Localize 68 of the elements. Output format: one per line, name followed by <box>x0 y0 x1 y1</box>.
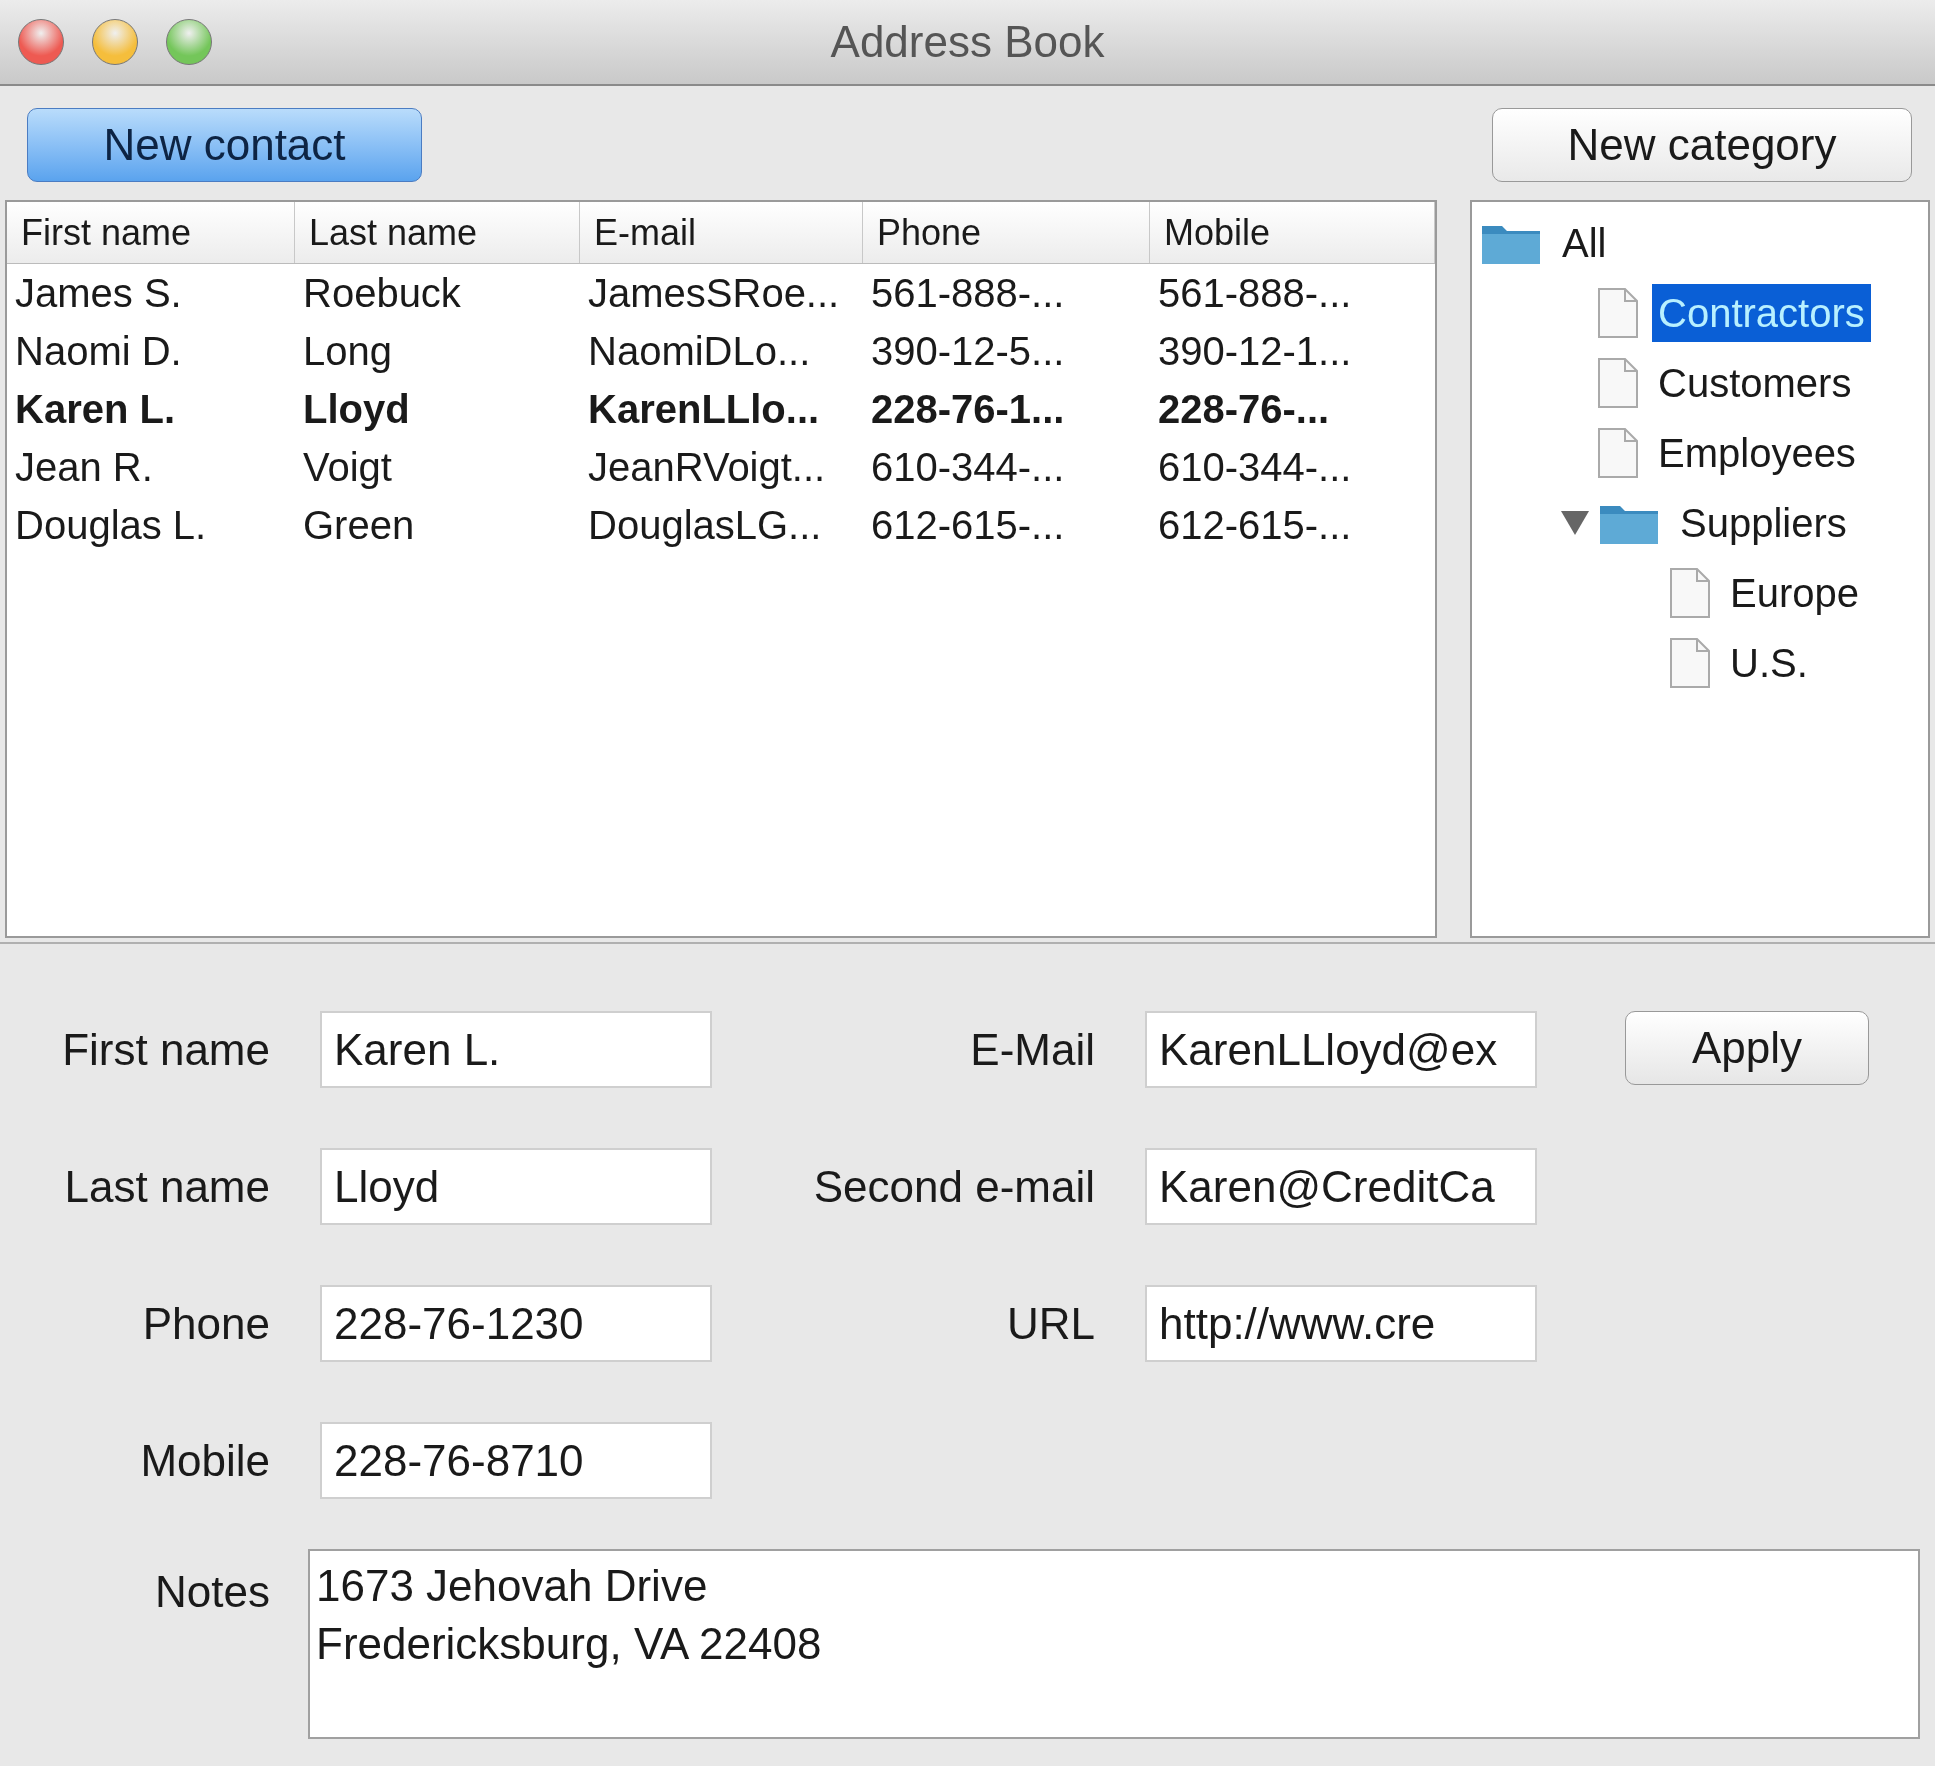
field-label: First name <box>62 1024 270 1074</box>
table-cell-text: 612-615-... <box>870 502 1066 549</box>
table-cell-text: Jean R. <box>14 444 154 491</box>
document-icon <box>1598 358 1638 408</box>
text-field[interactable]: 228-76-1230 <box>320 1285 712 1362</box>
text-field[interactable]: 228-76-8710 <box>320 1422 712 1499</box>
field-label: Last name <box>64 1161 270 1211</box>
window-title: Address Book <box>830 17 1105 66</box>
table-cell-text: Karen L. <box>14 386 177 433</box>
new-category-button[interactable]: New category <box>1492 108 1912 182</box>
table-cell-text: 228-76-... <box>1157 386 1331 433</box>
column-header[interactable]: First name <box>7 202 295 263</box>
tree-item[interactable]: Employees <box>1652 424 1862 482</box>
text-field[interactable]: http://www.cre <box>1145 1285 1537 1362</box>
tree-item[interactable]: Suppliers <box>1674 494 1853 552</box>
table-cell-text: KarenLLlo... <box>587 386 821 433</box>
table-cell-text: Naomi D. <box>14 328 183 375</box>
new-contact-button[interactable]: New contact <box>27 108 422 182</box>
table-cell-text: Lloyd <box>302 386 411 433</box>
tree-item[interactable]: Customers <box>1652 354 1858 412</box>
table-cell-text: Voigt <box>302 444 393 491</box>
tree-item[interactable]: U.S. <box>1724 634 1814 692</box>
text-field[interactable]: Karen L. <box>320 1011 712 1088</box>
table-cell-text: 228-76-1... <box>870 386 1066 433</box>
table-cell-text: 610-344-... <box>1157 444 1353 491</box>
table-cell-text: James S. <box>14 270 183 317</box>
notes-field[interactable]: 1673 Jehovah Drive Fredericksburg, VA 22408 <box>308 1549 1920 1739</box>
document-icon <box>1670 638 1710 688</box>
apply-button[interactable]: Apply <box>1625 1011 1869 1085</box>
expanded-arrow-icon[interactable] <box>1561 511 1589 535</box>
table-cell-text: 390-12-1... <box>1157 328 1353 375</box>
text-line: Fredericksburg, VA 22408 <box>316 1618 823 1670</box>
text-field[interactable]: Lloyd <box>320 1148 712 1225</box>
column-header[interactable]: E-mail <box>580 202 863 263</box>
field-label: Phone <box>142 1298 270 1348</box>
minimize-button[interactable] <box>92 19 138 65</box>
zoom-button[interactable] <box>166 19 212 65</box>
table-cell-text: 612-615-... <box>1157 502 1353 549</box>
document-icon <box>1598 428 1638 478</box>
table-cell-text: 390-12-5... <box>870 328 1066 375</box>
column-header[interactable]: Mobile <box>1150 202 1435 263</box>
column-header[interactable]: Last name <box>295 202 580 263</box>
column-header[interactable]: Phone <box>863 202 1150 263</box>
table-cell-text: JamesSRoe... <box>587 270 841 317</box>
field-label: Mobile <box>140 1435 270 1485</box>
table-cell-text: NaomiDLo... <box>587 328 812 375</box>
document-icon <box>1670 568 1710 618</box>
tree-item[interactable]: Contractors <box>1652 284 1871 342</box>
close-button[interactable] <box>18 19 64 65</box>
document-icon <box>1598 288 1638 338</box>
table-cell-text: 561-888-... <box>1157 270 1353 317</box>
tree-item[interactable]: Europe <box>1724 564 1865 622</box>
table-cell-text: 610-344-... <box>870 444 1066 491</box>
table-cell-text: 561-888-... <box>870 270 1066 317</box>
text-field[interactable]: KarenLLloyd@ex <box>1145 1011 1537 1088</box>
text-line: 1673 Jehovah Drive <box>316 1560 709 1612</box>
text-field[interactable]: Karen@CreditCa <box>1145 1148 1537 1225</box>
tree-item[interactable]: All <box>1556 214 1613 272</box>
table-cell-text: JeanRVoigt... <box>587 444 827 491</box>
table-cell-text: Green <box>302 502 416 549</box>
field-label: Second e-mail <box>813 1161 1095 1211</box>
table-cell-text: Roebuck <box>302 270 462 317</box>
table-cell-text: DouglasLG... <box>587 502 823 549</box>
field-label: E-Mail <box>970 1024 1095 1074</box>
field-label: Notes <box>155 1567 270 1616</box>
table-cell-text: Douglas L. <box>14 502 208 549</box>
field-label: URL <box>1006 1298 1095 1348</box>
table-cell-text: Long <box>302 328 393 375</box>
